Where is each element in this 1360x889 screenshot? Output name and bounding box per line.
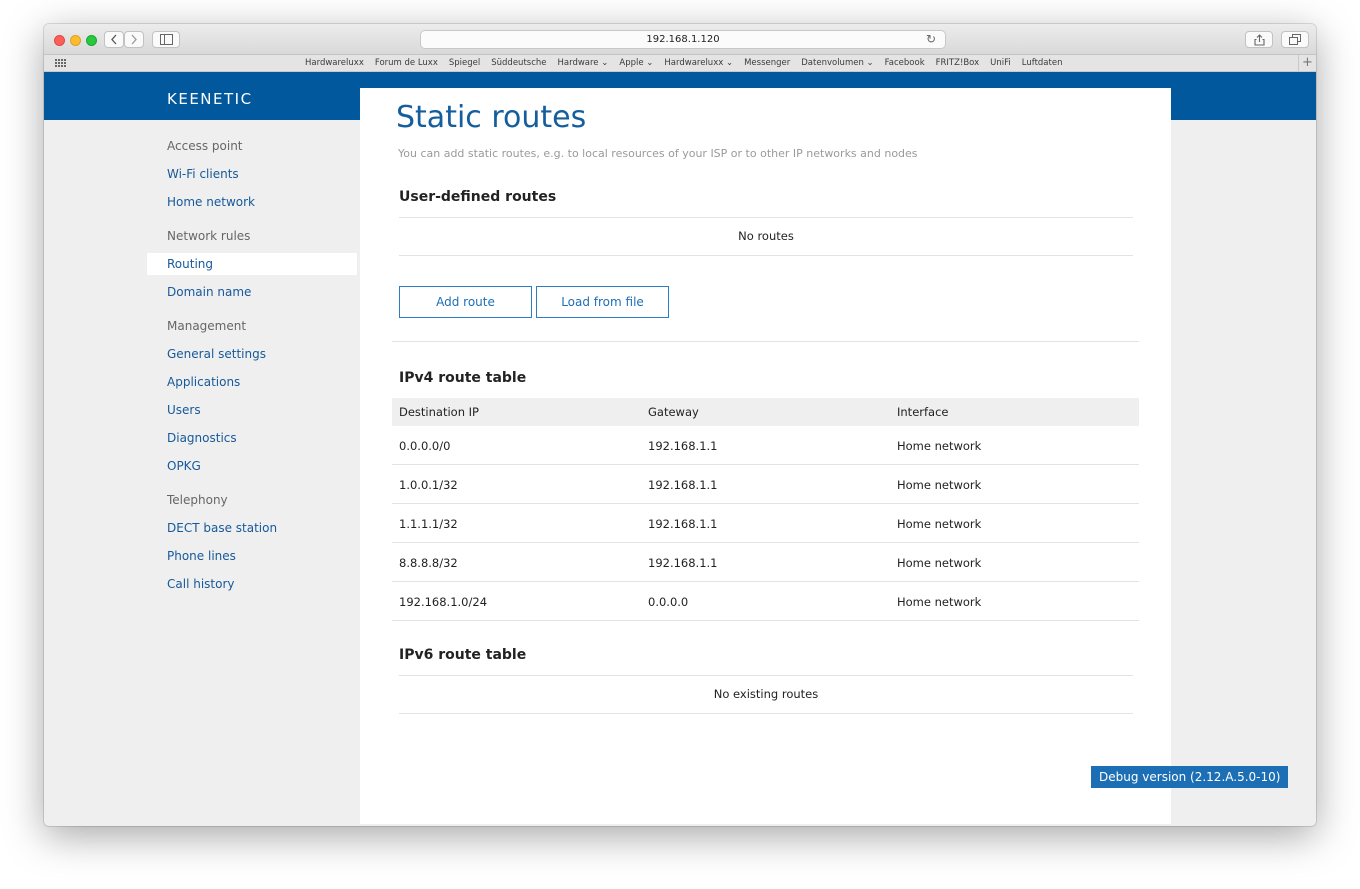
web-page: KEENETIC Access point Wi-Fi clients Home…: [44, 72, 1316, 826]
column-header-interface: Interface: [897, 405, 949, 419]
bookmark-item[interactable]: Hardwareluxx: [305, 55, 364, 72]
forward-button[interactable]: [124, 31, 144, 48]
bookmark-folder[interactable]: Hardwareluxx ⌄: [664, 55, 733, 72]
bookmark-folder[interactable]: Hardware ⌄: [558, 55, 609, 72]
bookmark-item[interactable]: Facebook: [885, 55, 925, 72]
sidebar-item-general-settings[interactable]: General settings: [147, 340, 357, 368]
browser-toolbar: 192.168.1.120 ↻: [44, 24, 1316, 55]
cell-interface: Home network: [897, 517, 982, 531]
sidebar-icon: [159, 34, 173, 45]
divider: [399, 217, 1133, 218]
nav-section-telephony: Telephony: [167, 493, 228, 507]
bookmark-item[interactable]: Messenger: [744, 55, 790, 72]
minimize-window-button[interactable]: [70, 35, 81, 46]
add-route-button[interactable]: Add route: [399, 286, 532, 318]
divider: [399, 713, 1133, 714]
cell-destination: 192.168.1.0/24: [399, 595, 488, 609]
url-text: 192.168.1.120: [646, 34, 720, 45]
cell-destination: 8.8.8.8/32: [399, 556, 458, 570]
bookmark-item[interactable]: UniFi: [990, 55, 1011, 72]
bookmark-item[interactable]: Forum de Luxx: [375, 55, 438, 72]
bookmark-item[interactable]: Luftdaten: [1022, 55, 1063, 72]
address-bar[interactable]: 192.168.1.120 ↻: [420, 30, 946, 49]
content-card: Static routes You can add static routes,…: [360, 88, 1171, 824]
ipv6-table-title: IPv6 route table: [399, 647, 527, 663]
cell-gateway: 0.0.0.0: [648, 595, 689, 609]
sidebar-item-phone-lines[interactable]: Phone lines: [147, 542, 357, 570]
sidebar-item-home-network[interactable]: Home network: [147, 188, 357, 216]
sidebar-item-opkg[interactable]: OPKG: [147, 452, 357, 480]
cell-gateway: 192.168.1.1: [648, 517, 718, 531]
load-from-file-button[interactable]: Load from file: [536, 286, 669, 318]
share-button[interactable]: [1245, 31, 1273, 48]
nav-section-network-rules: Network rules: [167, 229, 251, 243]
zoom-window-button[interactable]: [86, 35, 97, 46]
divider: [392, 341, 1139, 342]
bookmark-list: Hardwareluxx Forum de Luxx Spiegel Südde…: [305, 55, 1062, 72]
bookmark-item[interactable]: Süddeutsche: [491, 55, 546, 72]
sidebar-toggle-button[interactable]: [152, 31, 180, 48]
sidebar-item-routing[interactable]: Routing: [147, 253, 357, 275]
chevron-right-icon: [131, 34, 137, 45]
divider: [399, 255, 1133, 256]
debug-version-badge: Debug version (2.12.A.5.0-10): [1091, 766, 1289, 788]
user-routes-title: User-defined routes: [399, 189, 557, 205]
sidebar-item-applications[interactable]: Applications: [147, 368, 357, 396]
table-row: 8.8.8.8/32 192.168.1.1 Home network: [392, 543, 1139, 582]
column-header-destination: Destination IP: [399, 405, 479, 419]
tabs-icon: [1289, 34, 1301, 45]
cell-interface: Home network: [897, 595, 982, 609]
reload-icon[interactable]: ↻: [926, 31, 936, 48]
column-header-gateway: Gateway: [648, 405, 699, 419]
sidebar-item-call-history[interactable]: Call history: [147, 570, 357, 598]
ipv4-table-title: IPv4 route table: [399, 370, 527, 386]
page-title: Static routes: [396, 100, 587, 135]
cell-gateway: 192.168.1.1: [648, 439, 718, 453]
page-subtitle: You can add static routes, e.g. to local…: [398, 147, 918, 160]
share-icon: [1253, 34, 1265, 46]
cell-destination: 1.1.1.1/32: [399, 517, 458, 531]
close-window-button[interactable]: [54, 35, 65, 46]
cell-interface: Home network: [897, 556, 982, 570]
no-existing-routes-message: No existing routes: [713, 687, 819, 701]
table-row: 192.168.1.0/24 0.0.0.0 Home network: [392, 582, 1139, 621]
cell-destination: 1.0.0.1/32: [399, 478, 458, 492]
browser-window: 192.168.1.120 ↻ Hardwareluxx Forum de Lu…: [44, 24, 1316, 826]
nav-section-access-point: Access point: [167, 139, 243, 153]
bookmark-item[interactable]: Spiegel: [449, 55, 480, 72]
no-routes-message: No routes: [738, 229, 794, 243]
bookmark-item[interactable]: FRITZ!Box: [936, 55, 980, 72]
bookmarks-bar: Hardwareluxx Forum de Luxx Spiegel Südde…: [44, 55, 1316, 72]
sidebar-item-diagnostics[interactable]: Diagnostics: [147, 424, 357, 452]
divider: [399, 675, 1133, 676]
plus-icon[interactable]: +: [1298, 55, 1316, 72]
table-header: Destination IP Gateway Interface: [392, 398, 1139, 426]
cell-destination: 0.0.0.0/0: [399, 439, 451, 453]
chevron-left-icon: [111, 34, 117, 45]
bookmark-folder[interactable]: Apple ⌄: [619, 55, 653, 72]
grid-icon[interactable]: [55, 58, 67, 68]
ipv4-route-table: Destination IP Gateway Interface 0.0.0.0…: [392, 398, 1139, 621]
keenetic-logo[interactable]: KEENETIC: [167, 90, 253, 108]
sidebar-nav: Access point Wi-Fi clients Home network …: [147, 132, 357, 598]
table-row: 1.1.1.1/32 192.168.1.1 Home network: [392, 504, 1139, 543]
show-tabs-button[interactable]: [1281, 31, 1309, 48]
table-row: 1.0.0.1/32 192.168.1.1 Home network: [392, 465, 1139, 504]
sidebar-item-dect-base-station[interactable]: DECT base station: [147, 514, 357, 542]
sidebar-item-domain-name[interactable]: Domain name: [147, 278, 357, 306]
back-button[interactable]: [104, 31, 124, 48]
cell-interface: Home network: [897, 478, 982, 492]
cell-interface: Home network: [897, 439, 982, 453]
bookmark-folder[interactable]: Datenvolumen ⌄: [801, 55, 873, 72]
cell-gateway: 192.168.1.1: [648, 478, 718, 492]
sidebar-item-wifi-clients[interactable]: Wi-Fi clients: [147, 160, 357, 188]
table-row: 0.0.0.0/0 192.168.1.1 Home network: [392, 426, 1139, 465]
sidebar-item-users[interactable]: Users: [147, 396, 357, 424]
cell-gateway: 192.168.1.1: [648, 556, 718, 570]
nav-section-management: Management: [167, 319, 247, 333]
